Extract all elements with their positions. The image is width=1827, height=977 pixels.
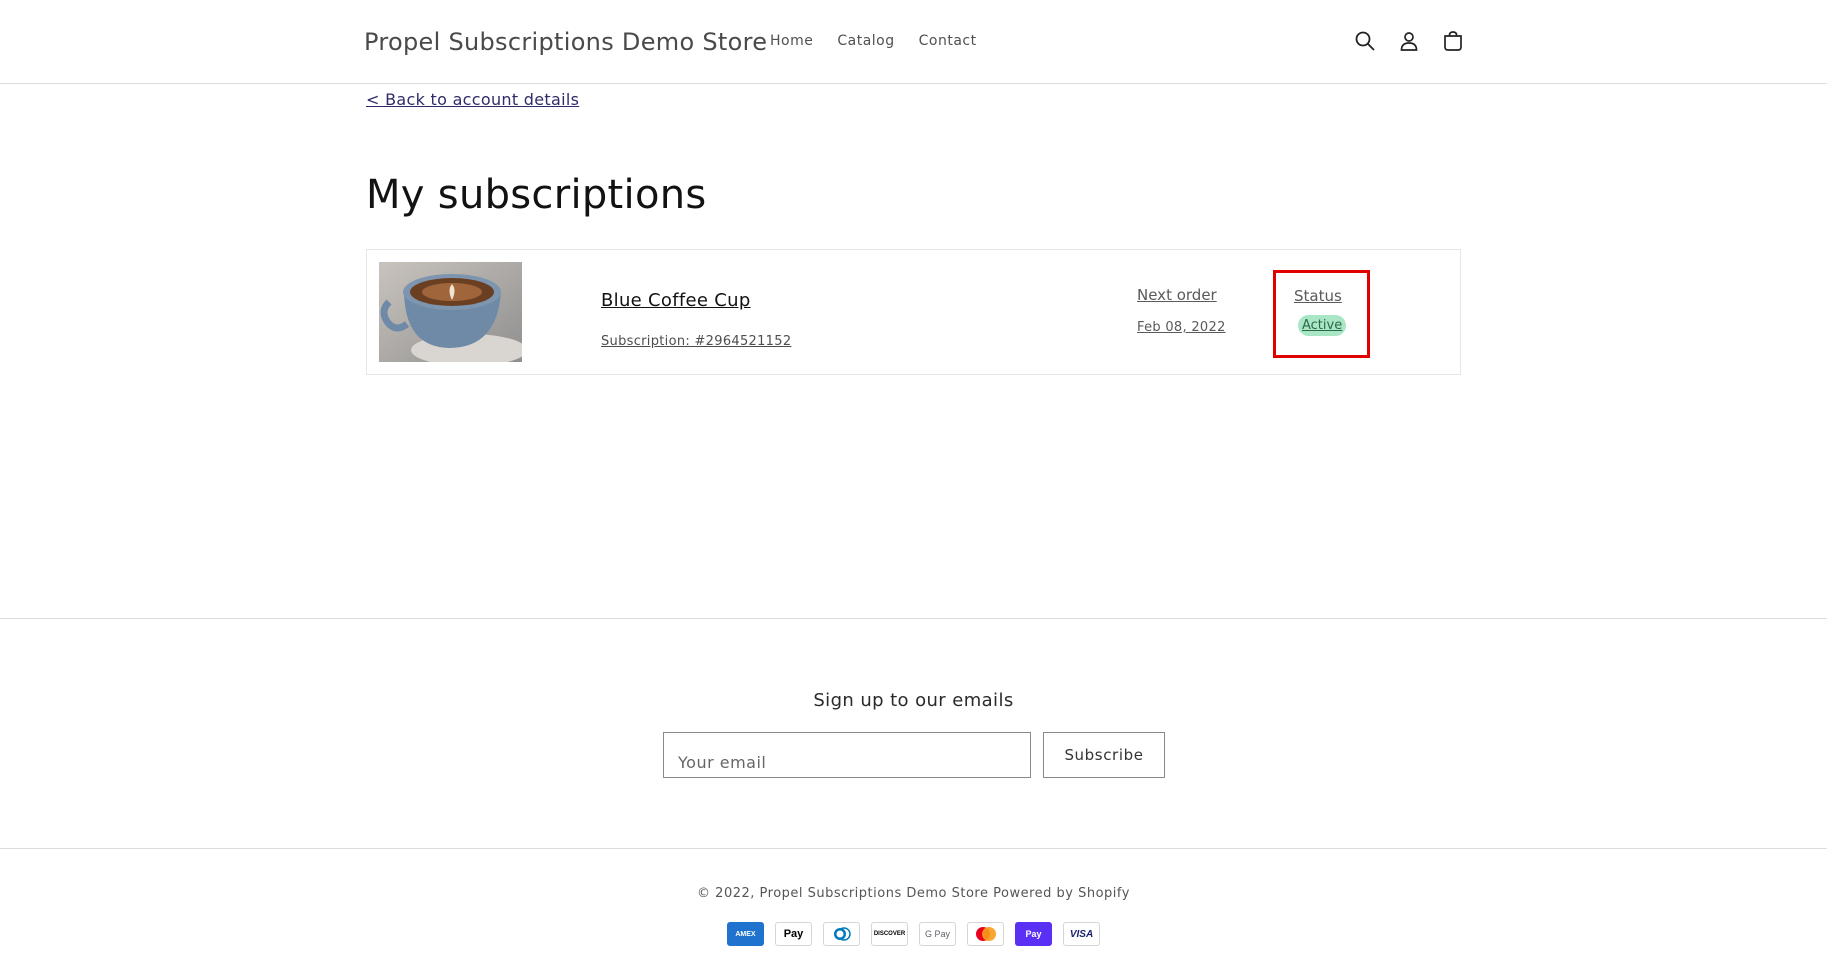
footer-divider-bottom — [0, 848, 1827, 849]
diners-club-icon — [823, 922, 860, 946]
site-header: Propel Subscriptions Demo Store Home Cat… — [0, 0, 1827, 84]
copyright-year: © 2022, — [697, 886, 755, 901]
next-order-date[interactable]: Feb 08, 2022 — [1137, 320, 1226, 335]
newsletter-title: Sign up to our emails — [813, 690, 1014, 711]
powered-by-link[interactable]: Powered by Shopify — [993, 886, 1130, 901]
search-icon[interactable] — [1352, 28, 1378, 54]
page-title: My subscriptions — [366, 172, 707, 218]
email-input[interactable] — [663, 732, 1031, 778]
shop-pay-icon: Pay — [1015, 922, 1052, 946]
next-order-label[interactable]: Next order — [1137, 286, 1217, 304]
subscribe-button[interactable]: Subscribe — [1043, 732, 1165, 778]
amex-icon: AMEX — [727, 922, 764, 946]
discover-icon: DISCOVER — [871, 922, 908, 946]
visa-icon: VISA — [1063, 922, 1100, 946]
nav-catalog[interactable]: Catalog — [837, 33, 894, 49]
apple-pay-icon: Pay — [775, 922, 812, 946]
payment-icons: AMEX Pay DISCOVER G Pay Pay VISA — [727, 922, 1100, 946]
status-label[interactable]: Status — [1294, 287, 1342, 305]
cart-icon[interactable] — [1440, 28, 1466, 54]
header-icons — [1352, 28, 1466, 54]
nav-contact[interactable]: Contact — [919, 33, 977, 49]
store-logo-link[interactable]: Propel Subscriptions Demo Store — [364, 28, 767, 56]
copyright: © 2022, Propel Subscriptions Demo Store … — [0, 886, 1827, 901]
account-icon[interactable] — [1396, 28, 1422, 54]
subscription-card: Blue Coffee Cup Subscription: #296452115… — [366, 249, 1461, 375]
subscription-number-link[interactable]: Subscription: #2964521152 — [601, 334, 791, 349]
google-pay-icon: G Pay — [919, 922, 956, 946]
footer-divider-top — [0, 618, 1827, 619]
copyright-store-link[interactable]: Propel Subscriptions Demo Store — [760, 886, 989, 901]
product-name-link[interactable]: Blue Coffee Cup — [601, 290, 751, 311]
product-image[interactable] — [379, 262, 522, 362]
status-badge[interactable]: Active — [1298, 315, 1347, 336]
status-highlight-box: Status Active — [1273, 270, 1370, 358]
nav-home[interactable]: Home — [770, 33, 813, 49]
mastercard-icon — [967, 922, 1004, 946]
main-nav: Home Catalog Contact — [770, 33, 977, 49]
back-to-account-link[interactable]: < Back to account details — [366, 90, 579, 109]
